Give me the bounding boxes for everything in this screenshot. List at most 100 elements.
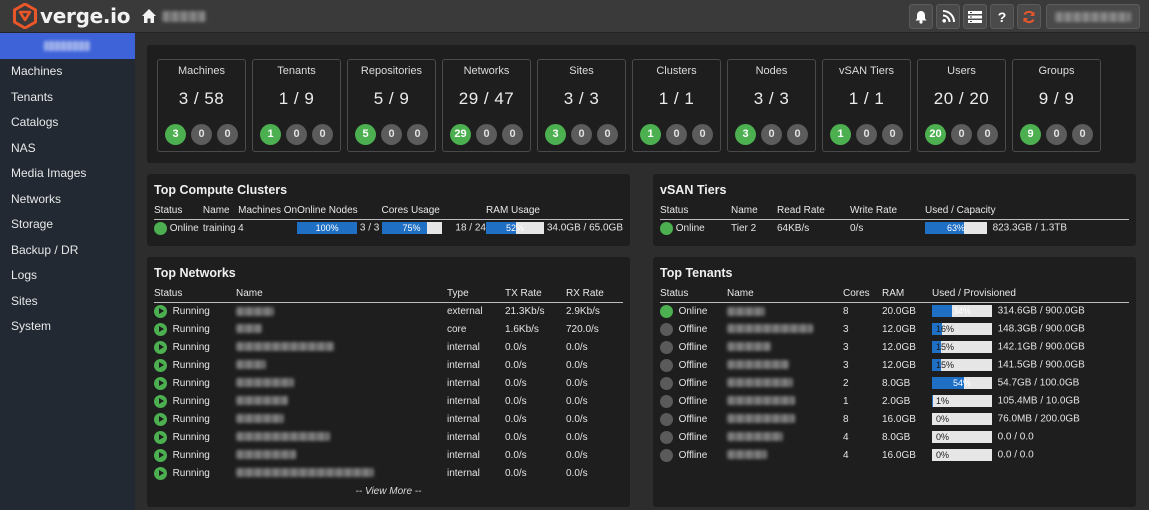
table-row[interactable]: Offline 3 12.0GB 15% 141.5GB / 900.0GB <box>660 356 1129 374</box>
col-tx-rate[interactable]: TX Rate <box>505 286 566 303</box>
sidebar-item-media-images[interactable]: Media Images <box>0 161 135 187</box>
stat-card-networks[interactable]: Networks 29 / 47 29 0 0 <box>442 59 531 152</box>
col-cores[interactable]: Cores <box>843 286 882 303</box>
stat-card-clusters[interactable]: Clusters 1 / 1100 <box>632 59 721 152</box>
sidebar-item-system[interactable]: System <box>0 314 135 340</box>
network-name-redacted <box>236 396 288 406</box>
table-row[interactable]: Running internal 0.0/s 0.0/s <box>154 392 623 410</box>
sidebar-item-catalogs[interactable]: Catalogs <box>0 110 135 136</box>
col-name[interactable]: Name <box>236 286 447 303</box>
breadcrumb-redacted[interactable] <box>162 11 206 22</box>
feed-button[interactable] <box>936 4 960 29</box>
table-row[interactable]: Offline 1 2.0GB 1% 105.4MB / 10.0GB <box>660 392 1129 410</box>
sidebar-item-storage[interactable]: Storage <box>0 212 135 238</box>
table-row[interactable]: Online 8 20.0GB 34% 314.6GB / 900.0GB <box>660 302 1129 320</box>
sidebar-item-sites[interactable]: Sites <box>0 289 135 315</box>
table-row[interactable]: Running core 1.6Kb/s 720.0/s <box>154 320 623 338</box>
col-name[interactable]: Name <box>727 286 843 303</box>
col-type[interactable]: Type <box>447 286 505 303</box>
error-count-badge: 0 <box>787 124 808 145</box>
col-status[interactable]: Status <box>154 286 236 303</box>
table-row[interactable]: Running internal 0.0/s 0.0/s <box>154 410 623 428</box>
table-row[interactable]: Online training 4 100% 3 / 3 75% 18 / 24… <box>154 219 623 237</box>
tasks-button[interactable] <box>963 4 987 29</box>
network-name-redacted <box>236 414 284 424</box>
col-status[interactable]: Status <box>660 286 727 303</box>
type-cell: internal <box>447 431 480 443</box>
provisioned-usage-bar: 54% <box>932 377 992 389</box>
stat-card-groups[interactable]: Groups 9 / 9900 <box>1012 59 1101 152</box>
stat-card-tenants[interactable]: Tenants 1 / 9100 <box>252 59 341 152</box>
col-name[interactable]: Name <box>202 203 239 220</box>
stat-label: Tenants <box>277 65 316 77</box>
table-row[interactable]: Running internal 0.0/s 0.0/s <box>154 446 623 464</box>
name-cell <box>727 446 843 464</box>
col-rx-rate[interactable]: RX Rate <box>566 286 623 303</box>
status-cell: Running <box>154 392 236 410</box>
stat-value: 3 / 58 <box>178 89 225 108</box>
col-ram[interactable]: RAM <box>882 286 932 303</box>
table-row[interactable]: Offline 4 8.0GB 0% 0.0 / 0.0 <box>660 428 1129 446</box>
table-row[interactable]: Running external 21.3Kb/s 2.9Kb/s <box>154 302 623 320</box>
sidebar-item-machines[interactable]: Machines <box>0 59 135 85</box>
stat-card-vsan-tiers[interactable]: vSAN Tiers 1 / 1100 <box>822 59 911 152</box>
table-row[interactable]: Running internal 0.0/s 0.0/s <box>154 374 623 392</box>
sidebar-item-networks[interactable]: Networks <box>0 187 135 213</box>
refresh-icon <box>1023 10 1035 23</box>
sidebar-header[interactable] <box>0 33 135 59</box>
table-row[interactable]: Offline 8 16.0GB 0% 76.0MB / 200.0GB <box>660 410 1129 428</box>
sidebar-item-logs[interactable]: Logs <box>0 263 135 289</box>
help-button[interactable]: ? <box>990 4 1014 29</box>
table-row[interactable]: Offline 4 16.0GB 0% 0.0 / 0.0 <box>660 446 1129 464</box>
col-used-capacity[interactable]: Used / Capacity <box>925 203 1129 220</box>
status-cell: Online <box>660 302 727 320</box>
provisioned-usage-bar: 0% <box>932 449 992 461</box>
table-row[interactable]: Running internal 0.0/s 0.0/s <box>154 356 623 374</box>
name-cell <box>236 464 447 482</box>
col-name[interactable]: Name <box>731 203 777 220</box>
status-cell: Offline <box>660 374 727 392</box>
type-cell: internal <box>447 359 480 371</box>
cores-cell: 4 <box>843 449 849 461</box>
name-cell <box>727 302 843 320</box>
sidebar-item-backup-dr[interactable]: Backup / DR <box>0 238 135 264</box>
online-count-badge: 1 <box>640 124 661 145</box>
table-row[interactable]: Running internal 0.0/s 0.0/s <box>154 338 623 356</box>
col-status[interactable]: Status <box>154 203 203 220</box>
stat-label: vSAN Tiers <box>838 65 894 77</box>
col-status[interactable]: Status <box>660 203 731 220</box>
table-row[interactable]: Offline 3 12.0GB 15% 142.1GB / 900.0GB <box>660 338 1129 356</box>
stat-card-machines[interactable]: Machines 3 / 58 3 0 0 <box>157 59 246 152</box>
online-count-badge: 3 <box>545 124 566 145</box>
refresh-button[interactable] <box>1017 4 1041 29</box>
notifications-button[interactable] <box>909 4 933 29</box>
ram-cell: 8.0GB <box>882 431 911 443</box>
stat-label: Repositories <box>360 65 423 77</box>
sidebar-item-nas[interactable]: NAS <box>0 136 135 162</box>
home-icon[interactable] <box>141 8 157 24</box>
user-menu-button[interactable] <box>1046 4 1140 29</box>
col-write-rate[interactable]: Write Rate <box>850 203 925 220</box>
col-read-rate[interactable]: Read Rate <box>777 203 850 220</box>
stat-card-repositories[interactable]: Repositories 5 / 9500 <box>347 59 436 152</box>
stat-card-nodes[interactable]: Nodes 3 / 3300 <box>727 59 816 152</box>
table-row[interactable]: Offline 3 12.0GB 16% 148.3GB / 900.0GB <box>660 320 1129 338</box>
sidebar-item-tenants[interactable]: Tenants <box>0 85 135 111</box>
verge-logo[interactable]: verge.io <box>12 3 130 29</box>
stat-counts: 300 <box>158 124 245 145</box>
table-row[interactable]: Running internal 0.0/s 0.0/s <box>154 428 623 446</box>
stat-card-sites[interactable]: Sites 3 / 3300 <box>537 59 626 152</box>
table-row[interactable]: Online Tier 2 64KB/s 0/s 63% 823.3GB / 1… <box>660 219 1129 237</box>
col-used-provisioned[interactable]: Used / Provisioned <box>932 286 1129 303</box>
col-machines-on[interactable]: Machines On <box>238 203 298 220</box>
stat-card-users[interactable]: Users 20 / 20 20 0 0 <box>917 59 1006 152</box>
table-row[interactable]: Running internal 0.0/s 0.0/s <box>154 464 623 482</box>
table-row[interactable]: Offline 2 8.0GB 54% 54.7GB / 100.0GB <box>660 374 1129 392</box>
col-cores-usage[interactable]: Cores Usage <box>381 203 487 220</box>
view-more-link[interactable]: -- View More -- <box>147 486 630 497</box>
summary-panel: Machines 3 / 58 3 0 0 Tenants 1 / 9 1 0 0 Reposito… <box>147 45 1136 163</box>
col-ram-usage[interactable]: RAM Usage <box>486 203 623 220</box>
stat-value: 1 / 9 <box>278 89 315 108</box>
offline-status-icon <box>660 394 673 408</box>
col-online-nodes[interactable]: Online Nodes <box>297 203 382 220</box>
